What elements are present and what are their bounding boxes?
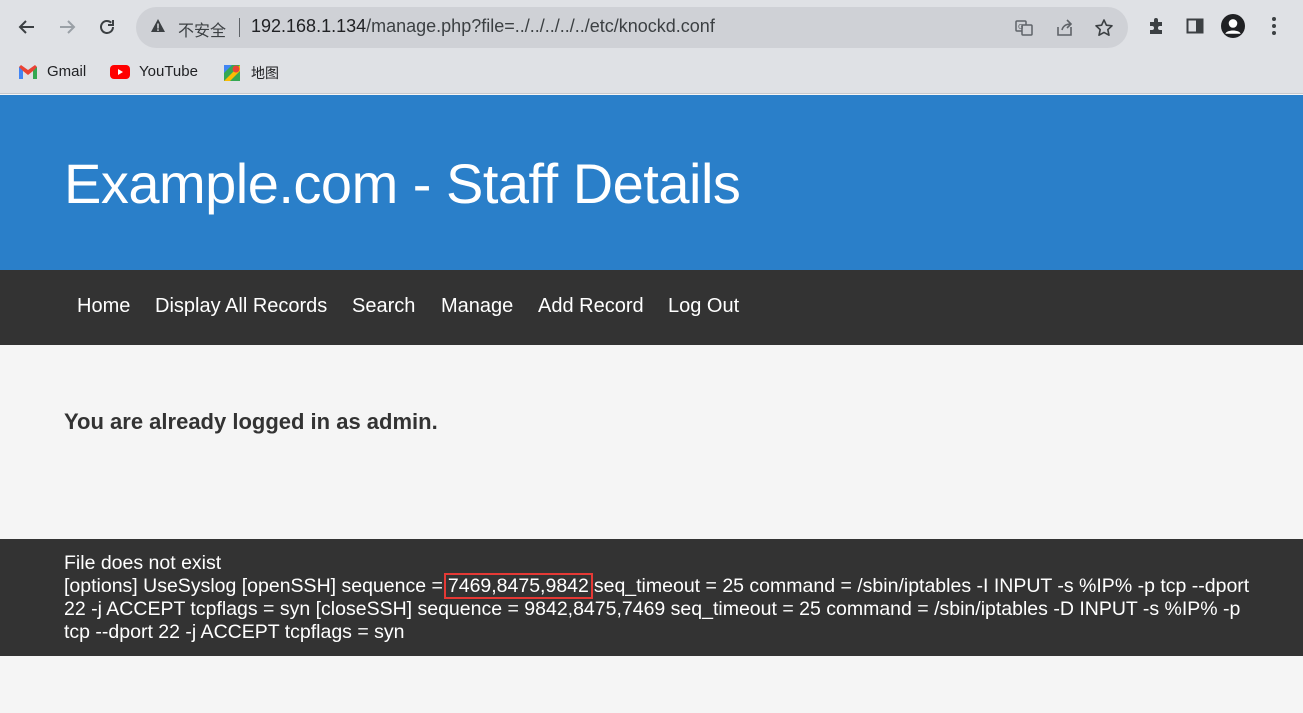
- file-status: File does not exist: [64, 552, 222, 574]
- arrow-left-icon: [18, 20, 34, 34]
- menu-kebab-icon[interactable]: [1262, 14, 1286, 38]
- url-host: 192.168.1.134: [251, 16, 367, 36]
- extensions-icon[interactable]: [1144, 14, 1168, 38]
- forward-button[interactable]: [52, 12, 82, 42]
- youtube-icon: [110, 64, 130, 79]
- reload-button[interactable]: [92, 12, 122, 42]
- site-header: Example.com - Staff Details: [0, 95, 1303, 270]
- main-nav: Home Display All Records Search Manage A…: [0, 270, 1303, 345]
- page-title: Example.com - Staff Details: [64, 152, 741, 215]
- back-button[interactable]: [12, 12, 42, 42]
- main-content: You are already logged in as admin.: [0, 345, 1303, 539]
- address-bar[interactable]: 不安全 192.168.1.134/manage.php?file=../../…: [136, 7, 1128, 48]
- bookmark-star-icon[interactable]: [1093, 17, 1115, 39]
- config-prefix: [options] UseSyslog [openSSH] sequence =: [64, 575, 443, 597]
- bookmark-gmail[interactable]: Gmail: [18, 63, 86, 80]
- bookmark-label: 地图: [251, 66, 279, 82]
- reload-icon: [100, 20, 114, 34]
- bookmark-label: Gmail: [47, 63, 87, 80]
- gmail-icon: [19, 64, 37, 79]
- bookmark-label: YouTube: [139, 63, 198, 80]
- warning-icon[interactable]: [150, 18, 166, 39]
- profile-avatar-icon[interactable]: [1221, 14, 1245, 38]
- share-icon[interactable]: [1054, 17, 1076, 39]
- svg-text:G: G: [1018, 23, 1023, 31]
- arrow-right-icon: [60, 20, 76, 34]
- knockd-config: [options] UseSyslog [openSSH] sequence =…: [64, 573, 1264, 644]
- nav-add-record[interactable]: Add Record: [538, 295, 644, 318]
- url-path: /manage.php?file=../../../../../etc/knoc…: [366, 16, 715, 36]
- side-panel-icon[interactable]: [1183, 14, 1207, 38]
- nav-manage[interactable]: Manage: [441, 295, 513, 318]
- page-bottom: [0, 656, 1303, 713]
- address-separator: [239, 18, 240, 37]
- nav-display-all-records[interactable]: Display All Records: [155, 295, 327, 318]
- url-text[interactable]: 192.168.1.134/manage.php?file=../../../.…: [251, 16, 715, 37]
- nav-log-out[interactable]: Log Out: [668, 295, 739, 318]
- maps-icon: [224, 65, 240, 81]
- browser-toolbar: 不安全 192.168.1.134/manage.php?file=../../…: [0, 0, 1303, 55]
- nav-home[interactable]: Home: [77, 295, 130, 318]
- footer-text: File does not exist [options] UseSyslog …: [64, 552, 1264, 644]
- bookmarks-bar: Gmail YouTube 地图: [0, 55, 1303, 94]
- highlighted-sequence: 7469,8475,9842: [443, 573, 593, 599]
- bookmark-youtube[interactable]: YouTube: [110, 63, 198, 80]
- nav-search[interactable]: Search: [352, 295, 415, 318]
- footer: File does not exist [options] UseSyslog …: [0, 539, 1303, 656]
- insecure-label[interactable]: 不安全: [178, 17, 226, 41]
- logged-in-message: You are already logged in as admin.: [64, 409, 438, 434]
- bookmark-maps[interactable]: 地图: [222, 63, 279, 83]
- translate-icon[interactable]: G: [1013, 17, 1035, 39]
